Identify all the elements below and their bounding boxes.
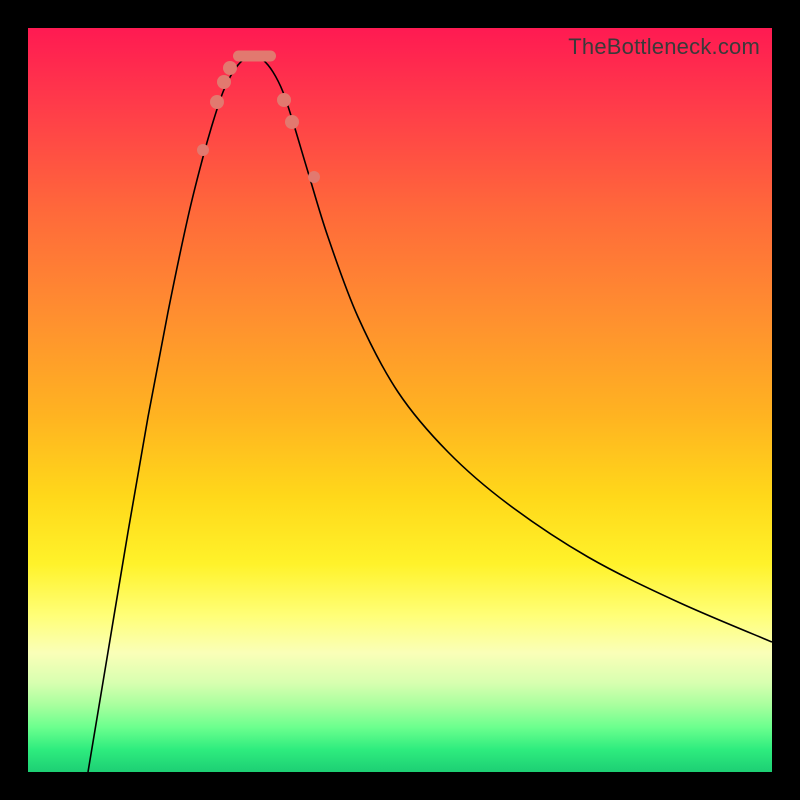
chart-frame: TheBottleneck.com xyxy=(0,0,800,800)
curve-marker xyxy=(308,171,320,183)
bottleneck-curve xyxy=(28,28,772,772)
curve-marker xyxy=(197,144,209,156)
curve-marker xyxy=(217,75,231,89)
chart-plot-area: TheBottleneck.com xyxy=(28,28,772,772)
curve-marker xyxy=(223,61,237,75)
curve-marker xyxy=(277,93,291,107)
curve-marker xyxy=(285,115,299,129)
curve-bottom-segment xyxy=(233,51,276,62)
curve-path xyxy=(88,56,772,772)
curve-marker xyxy=(210,95,224,109)
